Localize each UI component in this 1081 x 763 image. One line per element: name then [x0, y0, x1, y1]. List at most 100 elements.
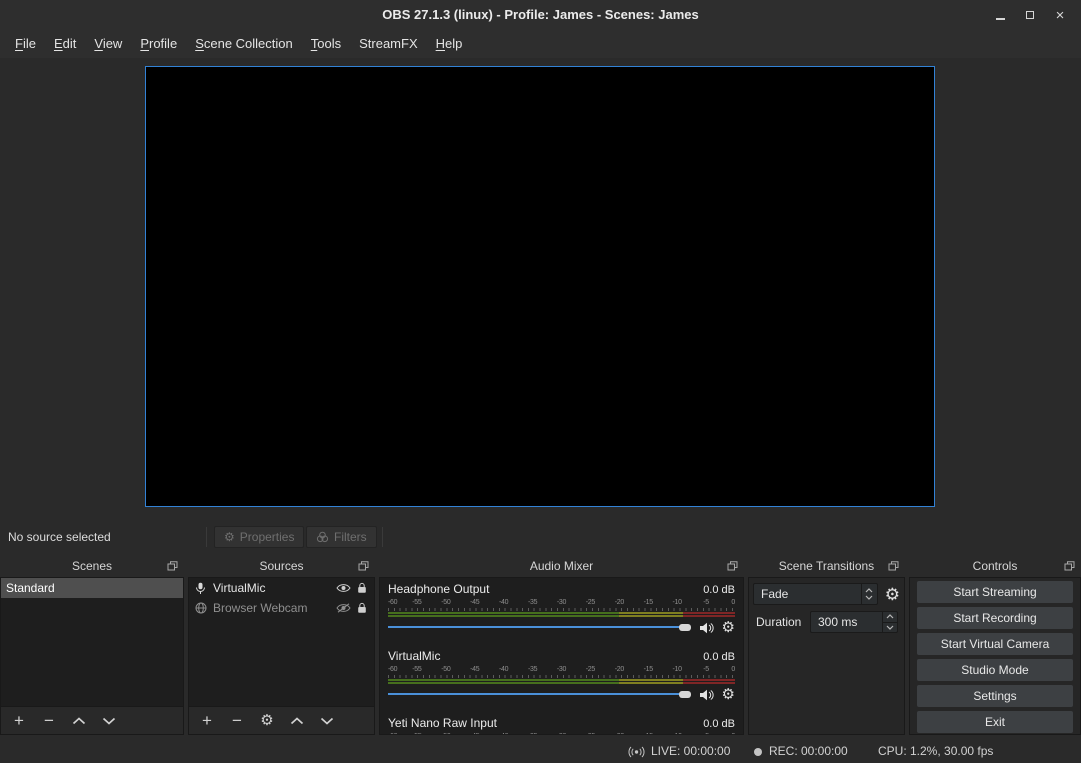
lock-icon[interactable]: [357, 582, 367, 594]
mute-button[interactable]: [699, 622, 714, 634]
popout-icon[interactable]: [1064, 561, 1075, 571]
close-button[interactable]: ×: [1045, 0, 1075, 30]
volume-meter: [388, 612, 735, 617]
controls-body: Start Streaming Start Recording Start Virt…: [909, 577, 1081, 735]
move-scene-down-button[interactable]: [102, 717, 116, 725]
scale-label: -30: [557, 665, 566, 674]
scale-label: -40: [499, 665, 508, 674]
obs-window: OBS 27.1.3 (linux) - Profile: James - Sc…: [0, 0, 1081, 763]
duration-down-button[interactable]: [883, 622, 897, 633]
scale-label: -35: [528, 598, 537, 607]
separator: [382, 527, 383, 547]
menu-help[interactable]: Help: [427, 30, 472, 58]
popout-icon[interactable]: [727, 561, 738, 571]
sources-dock-title: Sources: [188, 555, 375, 577]
start-recording-button[interactable]: Start Recording: [917, 607, 1073, 629]
move-scene-up-button[interactable]: [72, 717, 86, 725]
source-properties-gear-icon[interactable]: ⚙: [260, 713, 274, 728]
source-item[interactable]: VirtualMic: [189, 578, 374, 598]
scale-label: -60: [388, 665, 397, 674]
scenes-dock: Scenes Standard + −: [0, 555, 184, 735]
exit-button[interactable]: Exit: [917, 711, 1073, 733]
visibility-off-icon[interactable]: [336, 603, 351, 613]
popout-icon[interactable]: [888, 561, 899, 571]
mixer-settings-gear-icon[interactable]: ⚙: [722, 620, 735, 635]
audio-mixer-body: Headphone Output0.0 dB-60-55-50-45-40-35…: [379, 577, 744, 735]
minimize-button[interactable]: [985, 0, 1015, 30]
scale-label: -55: [412, 598, 421, 607]
menu-tools[interactable]: Tools: [302, 30, 350, 58]
volume-slider[interactable]: [388, 688, 691, 701]
menu-scene-collection[interactable]: Scene Collection: [186, 30, 302, 58]
slider-handle[interactable]: [679, 624, 691, 631]
studio-mode-button[interactable]: Studio Mode: [917, 659, 1073, 681]
mixer-settings-gear-icon[interactable]: ⚙: [722, 687, 735, 702]
window-controls: ×: [985, 0, 1075, 30]
sources-dock: Sources VirtualMicBrowser Webcam + − ⚙: [188, 555, 375, 735]
maximize-button[interactable]: [1015, 0, 1045, 30]
filters-button[interactable]: Filters: [306, 526, 377, 548]
popout-icon[interactable]: [167, 561, 178, 571]
mixer-db-scale: -60-55-50-45-40-35-30-25-20-15-10-50: [388, 732, 735, 735]
audio-mixer-dock-title: Audio Mixer: [379, 555, 744, 577]
visibility-icon[interactable]: [336, 583, 351, 593]
add-scene-button[interactable]: +: [12, 712, 26, 729]
menu-view[interactable]: View: [85, 30, 131, 58]
scale-label: -50: [441, 732, 450, 735]
add-source-button[interactable]: +: [200, 712, 214, 729]
mixer-channel-name: VirtualMic: [388, 649, 440, 663]
duration-spinner: [882, 612, 897, 632]
menu-profile[interactable]: Profile: [131, 30, 186, 58]
lock-icon[interactable]: [357, 602, 367, 614]
transition-settings-gear-icon[interactable]: ⚙: [885, 586, 900, 603]
mixer-db-scale: -60-55-50-45-40-35-30-25-20-15-10-50: [388, 598, 735, 607]
scale-label: -60: [388, 732, 397, 735]
scale-label: -5: [703, 732, 709, 735]
properties-label: Properties: [240, 530, 295, 544]
scale-label: -30: [557, 732, 566, 735]
cpu-stats: CPU: 1.2%, 30.00 fps: [878, 740, 993, 763]
mixer-channel: Yeti Nano Raw Input0.0 dB-60-55-50-45-40…: [388, 716, 735, 735]
remove-source-button[interactable]: −: [230, 712, 244, 729]
meter-ticks: [388, 608, 735, 611]
start-virtual-camera-button[interactable]: Start Virtual Camera: [917, 633, 1073, 655]
sources-dock-header: Sources: [188, 555, 375, 577]
minimize-icon: [996, 18, 1005, 20]
globe-icon: [194, 602, 207, 614]
scale-label: -55: [412, 732, 421, 735]
transition-select[interactable]: Fade: [753, 583, 878, 605]
scene-item[interactable]: Standard: [1, 578, 183, 598]
sources-list: VirtualMicBrowser Webcam: [188, 577, 375, 707]
move-source-up-button[interactable]: [290, 717, 304, 725]
scenes-dock-title: Scenes: [0, 555, 184, 577]
broadcast-icon: [628, 746, 645, 758]
chevron-up-icon[interactable]: [865, 588, 873, 593]
scale-label: -10: [673, 598, 682, 607]
preview-canvas[interactable]: [145, 66, 935, 507]
popout-icon[interactable]: [358, 561, 369, 571]
menu-file[interactable]: File: [6, 30, 45, 58]
remove-scene-button[interactable]: −: [42, 712, 56, 729]
scale-label: -45: [470, 732, 479, 735]
move-source-down-button[interactable]: [320, 717, 334, 725]
properties-button[interactable]: ⚙ Properties: [214, 526, 304, 548]
duration-up-button[interactable]: [883, 612, 897, 622]
start-streaming-button[interactable]: Start Streaming: [917, 581, 1073, 603]
settings-button[interactable]: Settings: [917, 685, 1073, 707]
audio-mixer-dock: Audio Mixer Headphone Output0.0 dB-60-55…: [379, 555, 744, 735]
volume-slider[interactable]: [388, 621, 691, 634]
menu-edit[interactable]: Edit: [45, 30, 85, 58]
source-item[interactable]: Browser Webcam: [189, 598, 374, 618]
menu-streamfx[interactable]: StreamFX: [350, 30, 427, 58]
maximize-icon: [1026, 11, 1034, 19]
scale-label: -50: [441, 665, 450, 674]
slider-handle[interactable]: [679, 691, 691, 698]
mute-button[interactable]: [699, 689, 714, 701]
mixer-channel: VirtualMic0.0 dB-60-55-50-45-40-35-30-25…: [388, 649, 735, 703]
chevron-down-icon[interactable]: [865, 595, 873, 600]
duration-spinbox[interactable]: 300 ms: [810, 611, 898, 633]
mixer-channel: Headphone Output0.0 dB-60-55-50-45-40-35…: [388, 582, 735, 636]
scale-label: -35: [528, 732, 537, 735]
scale-label: 0: [731, 665, 735, 674]
scale-label: -60: [388, 598, 397, 607]
